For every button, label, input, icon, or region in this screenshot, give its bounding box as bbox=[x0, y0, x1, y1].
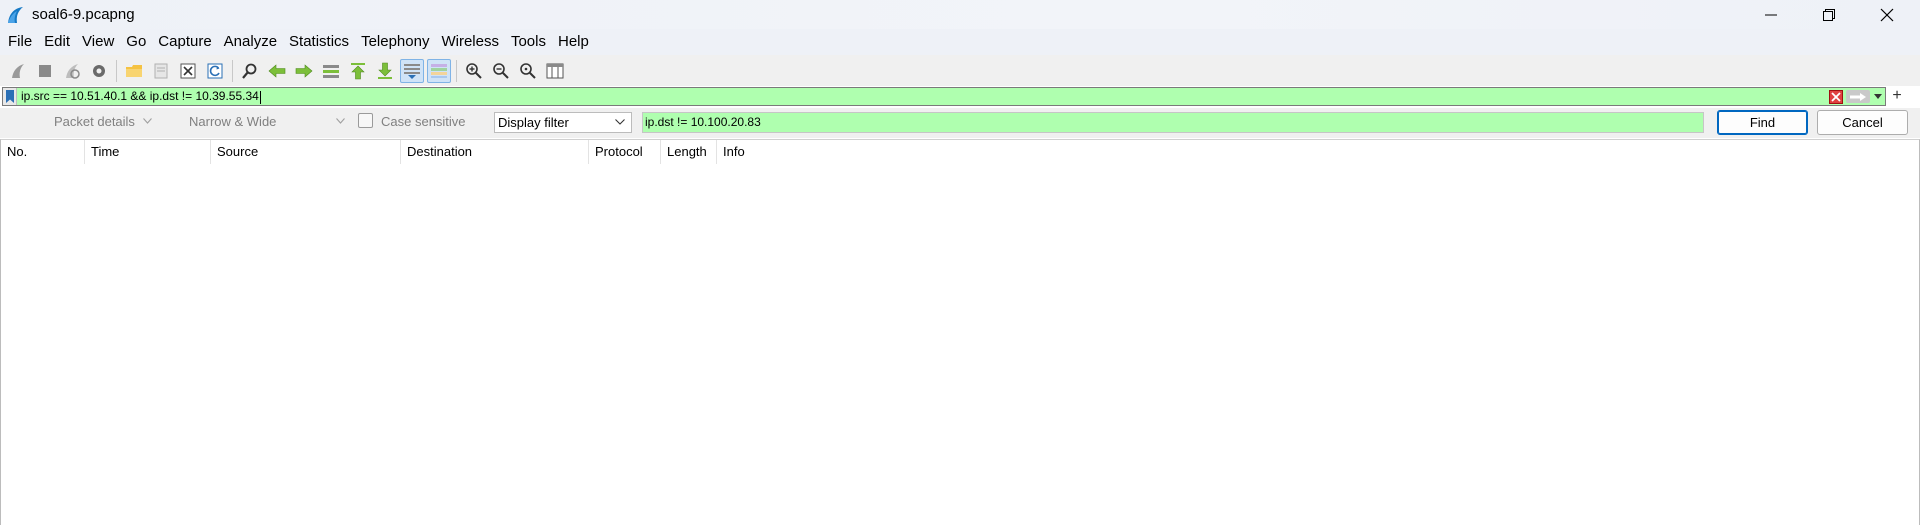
go-back-icon bbox=[268, 63, 286, 78]
save-file-button[interactable] bbox=[149, 59, 173, 83]
resize-columns-icon bbox=[546, 63, 564, 78]
case-sensitive-label: Case sensitive bbox=[381, 114, 466, 129]
text-cursor bbox=[259, 90, 261, 104]
go-to-packet-icon bbox=[323, 64, 339, 78]
filter-bookmark-icon[interactable] bbox=[3, 88, 17, 105]
open-file-icon bbox=[126, 64, 142, 77]
case-sensitive-checkbox[interactable] bbox=[358, 113, 373, 128]
stop-capture-icon bbox=[39, 64, 51, 77]
save-file-icon bbox=[154, 63, 168, 78]
go-to-packet-button[interactable] bbox=[319, 59, 343, 83]
filter-history-dropdown-icon[interactable] bbox=[1873, 94, 1883, 99]
apply-filter-icon[interactable] bbox=[1846, 90, 1870, 103]
go-first-icon bbox=[351, 62, 365, 79]
add-filter-button-icon[interactable]: + bbox=[1890, 87, 1904, 106]
menu-bar: File Edit View Go Capture Analyze Statis… bbox=[0, 29, 1920, 55]
zoom-normal-button[interactable] bbox=[516, 59, 540, 83]
toolbar-separator bbox=[116, 59, 117, 82]
capture-options-icon bbox=[93, 64, 105, 77]
cancel-button[interactable]: Cancel bbox=[1817, 110, 1908, 135]
go-last-icon bbox=[378, 62, 392, 79]
minimize-icon bbox=[1765, 14, 1777, 15]
search-in-select[interactable]: Packet details bbox=[50, 112, 156, 132]
toolbar-separator bbox=[232, 59, 233, 82]
search-type-value: Display filter bbox=[498, 115, 569, 130]
colorize-icon bbox=[431, 63, 447, 78]
menu-file[interactable]: File bbox=[2, 29, 38, 55]
chevron-down-icon bbox=[336, 118, 345, 124]
find-button[interactable]: Find bbox=[1717, 110, 1808, 135]
menu-edit[interactable]: Edit bbox=[38, 29, 76, 55]
menu-tools[interactable]: Tools bbox=[505, 29, 552, 55]
title-bar: soal6-9.pcapng bbox=[0, 0, 1920, 29]
column-header-source[interactable]: Source bbox=[211, 140, 401, 164]
search-type-select[interactable]: Display filter bbox=[494, 112, 632, 133]
column-header-time[interactable]: Time bbox=[85, 140, 211, 164]
capture-options-button[interactable] bbox=[87, 59, 111, 83]
zoom-out-button[interactable] bbox=[489, 59, 513, 83]
menu-capture[interactable]: Capture bbox=[152, 29, 217, 55]
window-title: soal6-9.pcapng bbox=[32, 6, 135, 23]
close-file-button[interactable] bbox=[176, 59, 200, 83]
display-filter-input[interactable]: ip.src == 10.51.40.1 && ip.dst != 10.39.… bbox=[21, 89, 261, 104]
find-search-input[interactable]: ip.dst != 10.100.20.83 bbox=[642, 112, 1704, 133]
resize-columns-button[interactable] bbox=[543, 59, 567, 83]
restore-button[interactable] bbox=[1800, 0, 1858, 29]
column-header-length[interactable]: Length bbox=[661, 140, 717, 164]
stop-capture-button[interactable] bbox=[33, 59, 57, 83]
menu-go[interactable]: Go bbox=[120, 29, 152, 55]
toolbar-separator bbox=[456, 59, 457, 82]
go-forward-icon bbox=[295, 63, 313, 78]
go-back-button[interactable] bbox=[265, 59, 289, 83]
find-packet-icon bbox=[242, 63, 257, 79]
reload-file-icon bbox=[207, 63, 223, 78]
restart-capture-icon bbox=[66, 63, 80, 79]
menu-view[interactable]: View bbox=[76, 29, 120, 55]
start-capture-button[interactable] bbox=[6, 59, 30, 83]
menu-wireless[interactable]: Wireless bbox=[435, 29, 505, 55]
packet-list[interactable]: No. Time Source Destination Protocol Len… bbox=[0, 139, 1920, 525]
go-forward-button[interactable] bbox=[292, 59, 316, 83]
menu-statistics[interactable]: Statistics bbox=[283, 29, 355, 55]
char-width-value: Narrow & Wide bbox=[189, 114, 277, 129]
zoom-normal-icon bbox=[520, 62, 536, 79]
autoscroll-button[interactable] bbox=[400, 58, 424, 83]
find-packet-button[interactable] bbox=[238, 59, 262, 83]
menu-analyze[interactable]: Analyze bbox=[218, 29, 283, 55]
find-packet-bar: Packet details Narrow & Wide Case sensit… bbox=[0, 108, 1920, 138]
column-header-destination[interactable]: Destination bbox=[401, 140, 589, 164]
menu-help[interactable]: Help bbox=[552, 29, 595, 55]
packet-list-header: No. Time Source Destination Protocol Len… bbox=[1, 140, 1919, 164]
reload-file-button[interactable] bbox=[203, 59, 227, 83]
column-header-info[interactable]: Info bbox=[717, 140, 1917, 164]
column-header-no[interactable]: No. bbox=[1, 140, 85, 164]
go-first-button[interactable] bbox=[346, 59, 370, 83]
wireshark-fin-icon bbox=[8, 6, 23, 23]
char-width-select[interactable]: Narrow & Wide bbox=[185, 112, 349, 132]
display-filter-bar[interactable]: ip.src == 10.51.40.1 && ip.dst != 10.39.… bbox=[2, 87, 1886, 106]
zoom-in-button[interactable] bbox=[462, 59, 486, 83]
minimize-button[interactable] bbox=[1742, 0, 1800, 29]
autoscroll-icon bbox=[404, 63, 420, 79]
start-capture-icon bbox=[12, 63, 24, 78]
chevron-down-icon bbox=[615, 119, 625, 125]
chevron-down-icon bbox=[143, 118, 152, 124]
zoom-out-icon bbox=[493, 62, 509, 79]
menu-telephony[interactable]: Telephony bbox=[355, 29, 435, 55]
main-toolbar bbox=[0, 55, 1920, 86]
close-window-button[interactable] bbox=[1858, 0, 1916, 29]
open-file-button[interactable] bbox=[122, 59, 146, 83]
clear-filter-icon[interactable] bbox=[1829, 89, 1843, 104]
restart-capture-button[interactable] bbox=[60, 59, 84, 83]
colorize-button[interactable] bbox=[427, 58, 451, 83]
close-icon bbox=[1880, 8, 1894, 21]
close-file-icon bbox=[180, 63, 196, 78]
restore-icon bbox=[1823, 8, 1835, 21]
go-last-button[interactable] bbox=[373, 59, 397, 83]
zoom-in-icon bbox=[466, 62, 482, 79]
column-header-protocol[interactable]: Protocol bbox=[589, 140, 661, 164]
search-in-value: Packet details bbox=[54, 114, 135, 129]
